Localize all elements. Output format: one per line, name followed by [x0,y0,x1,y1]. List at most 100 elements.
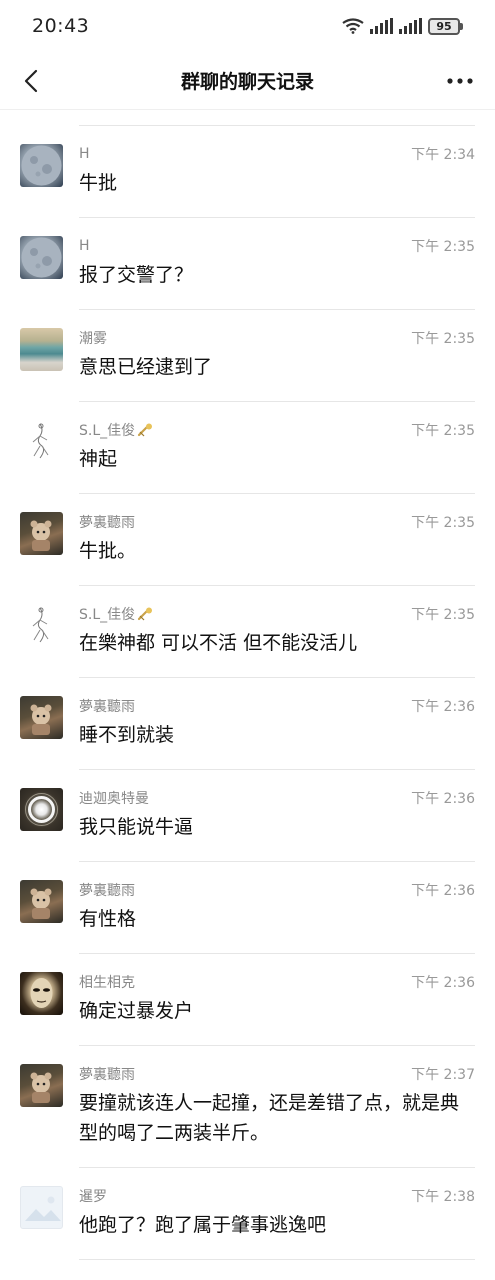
sender-name: 迪迦奥特曼 [79,788,149,808]
avatar[interactable] [20,880,63,923]
message-text: 我只能说牛逼 [79,816,194,838]
sender-name-text: 潮雾 [79,331,107,347]
avatar[interactable] [20,972,63,1015]
avatar[interactable] [20,1064,63,1107]
badge-icon [138,423,153,437]
message-text: 牛批。 [79,540,137,562]
status-time: 20:43 [32,15,90,37]
sender-name: H [79,238,90,254]
sender-name: 相生相克 [79,972,135,992]
avatar[interactable] [20,696,63,739]
nav-bar: 群聊的聊天记录 [0,52,495,110]
more-icon [447,78,473,84]
message-body: 暹罗 下午 2:38 他跑了？跑了属于肇事逃逸吧 [79,1186,475,1260]
message-header: 暹罗 下午 2:38 [79,1186,475,1206]
sender-name: 夢裏聽雨 [79,880,135,900]
message-header: H 下午 2:35 [79,236,475,256]
signal-icon-1 [370,18,393,34]
sender-name-text: 夢裏聽雨 [79,883,135,899]
sender-name: 夢裏聽雨 [79,1064,135,1084]
sender-name-text: 夢裏聽雨 [79,515,135,531]
message-header: H 下午 2:34 [79,144,475,164]
avatar[interactable] [20,604,63,647]
message-text: 睡不到就装 [79,724,175,746]
message-item[interactable]: 夢裏聽雨 下午 2:36 有性格 [0,862,495,954]
status-icons: 95 [342,17,463,35]
message-time: 下午 2:36 [411,699,475,715]
message-text: 有性格 [79,908,137,930]
message-body: S.L_佳俊 下午 2:35 在樂神都 可以不活 但不能没活儿 [79,604,475,678]
message-time: 下午 2:35 [411,331,475,347]
message-item[interactable]: H 下午 2:35 报了交警了？ [0,218,495,310]
more-button[interactable] [443,64,477,98]
message-body: 夢裏聽雨 下午 2:36 睡不到就装 [79,696,475,770]
sender-name: S.L_佳俊 [79,420,155,440]
message-body: 夢裏聽雨 下午 2:36 有性格 [79,880,475,954]
message-body: 迪迦奥特曼 下午 2:36 我只能说牛逼 [79,788,475,862]
message-item[interactable]: H 下午 2:34 牛批 [0,126,495,218]
message-item[interactable]: S.L_佳俊 下午 2:35 神起 [0,402,495,494]
avatar[interactable] [20,236,63,279]
avatar[interactable] [20,420,63,463]
message-list[interactable]: H 下午 2:34 牛批 H 下午 2:35 报了交警了？ 潮雾 下午 2:35 意思已经逮到了… [0,110,495,1260]
wifi-icon [342,18,364,34]
battery-level: 95 [428,17,460,35]
message-body: H 下午 2:34 牛批 [79,144,475,218]
message-text: 在樂神都 可以不活 但不能没活儿 [79,632,358,654]
message-header: 迪迦奥特曼 下午 2:36 [79,788,475,808]
sender-name-text: 夢裏聽雨 [79,1067,135,1083]
message-body: 夢裏聽雨 下午 2:35 牛批。 [79,512,475,586]
message-text: 神起 [79,448,118,470]
message-text: 牛批 [79,172,118,194]
message-item[interactable]: 暹罗 下午 2:38 他跑了？跑了属于肇事逃逸吧 [0,1168,495,1260]
sender-name: 夢裏聽雨 [79,696,135,716]
message-time: 下午 2:37 [411,1067,475,1083]
message-header: S.L_佳俊 下午 2:35 [79,604,475,624]
sender-name: H [79,146,90,162]
message-item[interactable]: 迪迦奥特曼 下午 2:36 我只能说牛逼 [0,770,495,862]
message-time: 下午 2:35 [411,515,475,531]
avatar[interactable] [20,144,63,187]
chevron-left-icon [24,69,38,93]
avatar[interactable] [20,328,63,371]
avatar[interactable] [20,1186,63,1229]
message-time: 下午 2:35 [411,239,475,255]
message-item[interactable]: 夢裏聽雨 下午 2:36 睡不到就装 [0,678,495,770]
message-header: 夢裏聽雨 下午 2:36 [79,880,475,900]
sender-name-text: 暹罗 [79,1189,107,1205]
message-body: S.L_佳俊 下午 2:35 神起 [79,420,475,494]
message-text: 他跑了？跑了属于肇事逃逸吧 [79,1214,327,1236]
message-item[interactable]: 相生相克 下午 2:36 确定过暴发户 [0,954,495,1046]
sender-name-text: 迪迦奥特曼 [79,791,149,807]
message-body: H 下午 2:35 报了交警了？ [79,236,475,310]
badge-icon [138,607,153,621]
sender-name-text: 相生相克 [79,975,135,991]
message-header: 相生相克 下午 2:36 [79,972,475,992]
message-item[interactable]: 夢裏聽雨 下午 2:35 牛批。 [0,494,495,586]
sender-name-text: S.L_佳俊 [79,607,136,623]
message-item[interactable]: 潮雾 下午 2:35 意思已经逮到了 [0,310,495,402]
sender-name: S.L_佳俊 [79,604,155,624]
message-time: 下午 2:36 [411,975,475,991]
sender-name-text: H [79,146,90,162]
message-body: 相生相克 下午 2:36 确定过暴发户 [79,972,475,1046]
avatar[interactable] [20,512,63,555]
sender-name: 夢裏聽雨 [79,512,135,532]
message-item[interactable]: S.L_佳俊 下午 2:35 在樂神都 可以不活 但不能没活儿 [0,586,495,678]
signal-icon-2 [399,18,422,34]
sender-name: 暹罗 [79,1186,107,1206]
message-header: 夢裏聽雨 下午 2:36 [79,696,475,716]
message-time: 下午 2:36 [411,791,475,807]
message-header: 夢裏聽雨 下午 2:37 [79,1064,475,1084]
sender-name-text: S.L_佳俊 [79,423,136,439]
message-text: 确定过暴发户 [79,1000,194,1022]
message-time: 下午 2:36 [411,883,475,899]
message-body: 夢裏聽雨 下午 2:37 要撞就该连人一起撞，还是差错了点，就是典型的喝了二两装半斤… [79,1064,475,1168]
message-item[interactable]: 夢裏聽雨 下午 2:37 要撞就该连人一起撞，还是差错了点，就是典型的喝了二两装半斤… [0,1046,495,1168]
avatar[interactable] [20,788,63,831]
status-bar: 20:43 95 [0,0,495,52]
message-header: 潮雾 下午 2:35 [79,328,475,348]
back-button[interactable] [14,64,48,98]
page-title: 群聊的聊天记录 [180,71,314,93]
message-time: 下午 2:38 [411,1189,475,1205]
